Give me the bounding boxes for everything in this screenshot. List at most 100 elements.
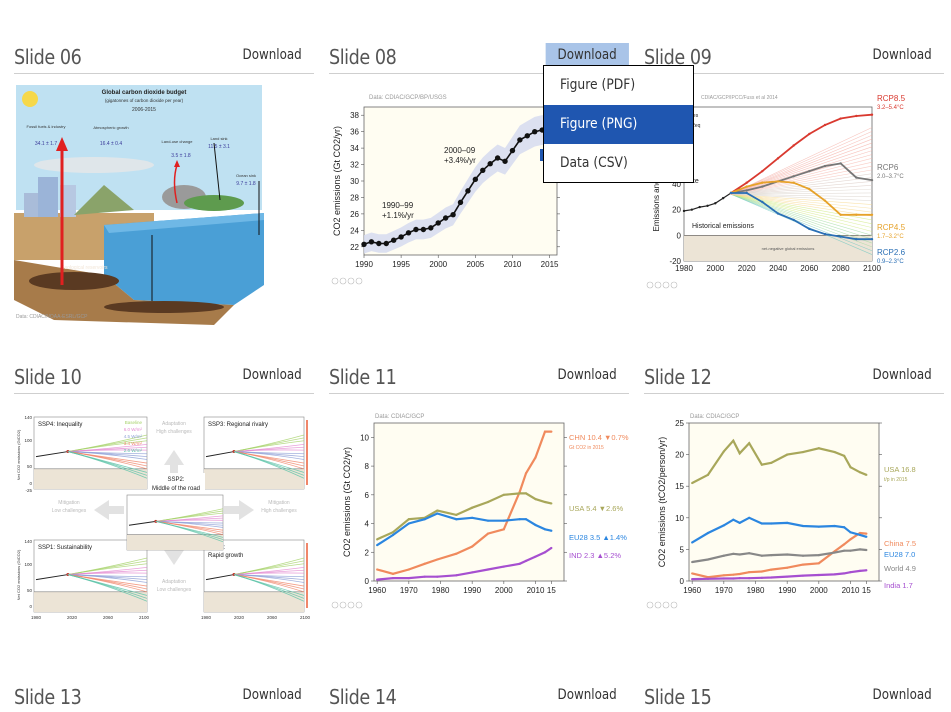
x-tick-label: 1990 [463, 586, 481, 595]
download-button[interactable]: Download [231, 43, 314, 67]
annotation: +3.4%/yr [444, 156, 476, 165]
slide-thumbnail-country-emissions[interactable]: 0 2 4 6 8 10 1960 1970 1980 1990 2000 2010 15 CO2 emi… [329, 405, 629, 615]
rcp-3-point [761, 200, 764, 204]
rcp-range: 2.0–3.7°C [877, 174, 904, 180]
world-point [732, 552, 735, 555]
slide-thumbnail-per-capita-emissions[interactable]: 05101520251960 1970 1980 1990 2000 2010 15CO2 … [644, 405, 944, 615]
x-tick-label: 15 [547, 586, 556, 595]
license-icon [662, 281, 670, 289]
x-tick-label: 2015 [541, 260, 559, 269]
rcp-0-point [823, 123, 827, 127]
eu28-point [691, 541, 694, 544]
x-tick-label: 2000 [810, 586, 828, 595]
ind-point [471, 571, 474, 574]
ssp1-panel-title: SSP1: Sustainability [38, 545, 92, 551]
chn-point [486, 532, 490, 535]
slide-card: Slide 11 Download 0 2 4 6 8 10 1960 1970 1980 199… [329, 357, 629, 609]
landsink-label: Land sink [210, 136, 227, 141]
legend-entry: 6.0 W/m² [124, 427, 143, 432]
rcp-0-point [870, 113, 874, 116]
rcp-2-point [776, 180, 780, 183]
license-icon [339, 277, 347, 285]
usa-point [407, 518, 410, 521]
usa-point [722, 450, 725, 453]
india-point [770, 576, 773, 579]
y-tick-label: 25 [675, 419, 684, 428]
india-point [760, 576, 763, 579]
india-point [722, 577, 725, 580]
y-tick-label: 32 [350, 161, 359, 170]
rcp-0-point [808, 132, 811, 136]
eu28-point [407, 522, 410, 525]
source-label: Data: CDIAC/GCP/BP/USGS [369, 95, 447, 101]
ind-point [502, 565, 505, 568]
rcp-2-point [792, 181, 795, 184]
y-tick-label: 100 [24, 562, 32, 567]
india-point [817, 573, 820, 577]
menu-item-figure-png[interactable]: Figure (PNG) [544, 105, 693, 144]
usa-point [471, 506, 474, 509]
ind-point [423, 575, 426, 578]
china-point [801, 563, 805, 566]
download-button[interactable]: Download [861, 43, 944, 67]
rcp-1-point [855, 176, 858, 179]
rcp-1-point [870, 178, 874, 182]
y-tick-label: 10 [675, 514, 684, 523]
y-tick-label: 140 [24, 539, 32, 544]
chn-point [407, 568, 410, 571]
emissions-point [398, 234, 404, 240]
download-button[interactable]: Download [861, 683, 944, 707]
world-point [833, 551, 836, 554]
y-axis-label: CO2 emissions (Gt CO2/yr) [332, 126, 342, 236]
menu-item-data-csv[interactable]: Data (CSV) [544, 144, 693, 183]
india-point [738, 577, 741, 580]
y-tick-label: 24 [350, 226, 359, 235]
rcp-1-point [792, 175, 795, 178]
chn-point [436, 558, 439, 561]
y-tick-label: 15 [675, 482, 684, 491]
chn-point [455, 552, 458, 555]
rcp-label: RCP8.5 [877, 94, 906, 103]
slide-thumbnail-carbon-budget[interactable]: Global carbon dioxide budget (gigatonnes… [14, 85, 264, 325]
ind-point [376, 578, 379, 581]
slide-card: Slide 12 Download 0 5 10 15 20 25 1960 1970 1980… [644, 357, 944, 609]
slide-title: Slide 14 [329, 685, 397, 709]
adapt-low-label: Low challenges [157, 587, 192, 593]
series-label: China 7.5 [884, 539, 916, 548]
eu28-point [706, 531, 710, 535]
download-button[interactable]: Download [861, 363, 944, 387]
eu28-point [865, 535, 868, 538]
x-tick-label: 2060 [267, 615, 278, 620]
negative-label: net-negative global emissions [762, 246, 815, 251]
x-tick-label: 1980 [432, 586, 450, 595]
rcp-2-point [839, 213, 842, 216]
atmos-label: Atmospheric growth [93, 125, 128, 130]
y-tick-label: 20 [675, 451, 684, 460]
download-button[interactable]: Download [546, 363, 629, 387]
download-button[interactable]: Download [546, 683, 629, 707]
x-tick-label: 1960 [368, 586, 386, 595]
usa-point [801, 450, 805, 454]
emissions-point [361, 241, 367, 248]
menu-item-figure-pdf[interactable]: Figure (PDF) [544, 66, 693, 105]
slide-thumbnail-ssp-scenarios[interactable]: SSP4: Inequality SSP3: Regional rivalry SS… [14, 405, 314, 625]
slide-card: Slide 06 Download Global carbon dioxide … [14, 37, 314, 325]
y-tick-label: 0 [680, 577, 685, 586]
emissions-point [428, 225, 434, 231]
license-icon [355, 601, 363, 609]
download-button[interactable]: Download [546, 43, 629, 67]
world-point [691, 560, 694, 564]
license-icons [646, 281, 678, 289]
rcp-3-point [792, 218, 795, 222]
slide-title: Slide 06 [14, 45, 82, 69]
y-axis-label: CO2 emissions (tCO2/person/yr) [657, 437, 667, 568]
download-button[interactable]: Download [231, 683, 314, 707]
usa-point [843, 454, 846, 457]
slide-card: Slide 13 Download [14, 677, 314, 712]
eu28-point [486, 519, 490, 522]
download-button[interactable]: Download [231, 363, 314, 387]
rcp-0-point [776, 157, 780, 160]
arrow-left-icon [94, 500, 124, 520]
y-tick-label: 8 [365, 462, 370, 471]
rcp-label: RCP2.6 [877, 248, 906, 257]
